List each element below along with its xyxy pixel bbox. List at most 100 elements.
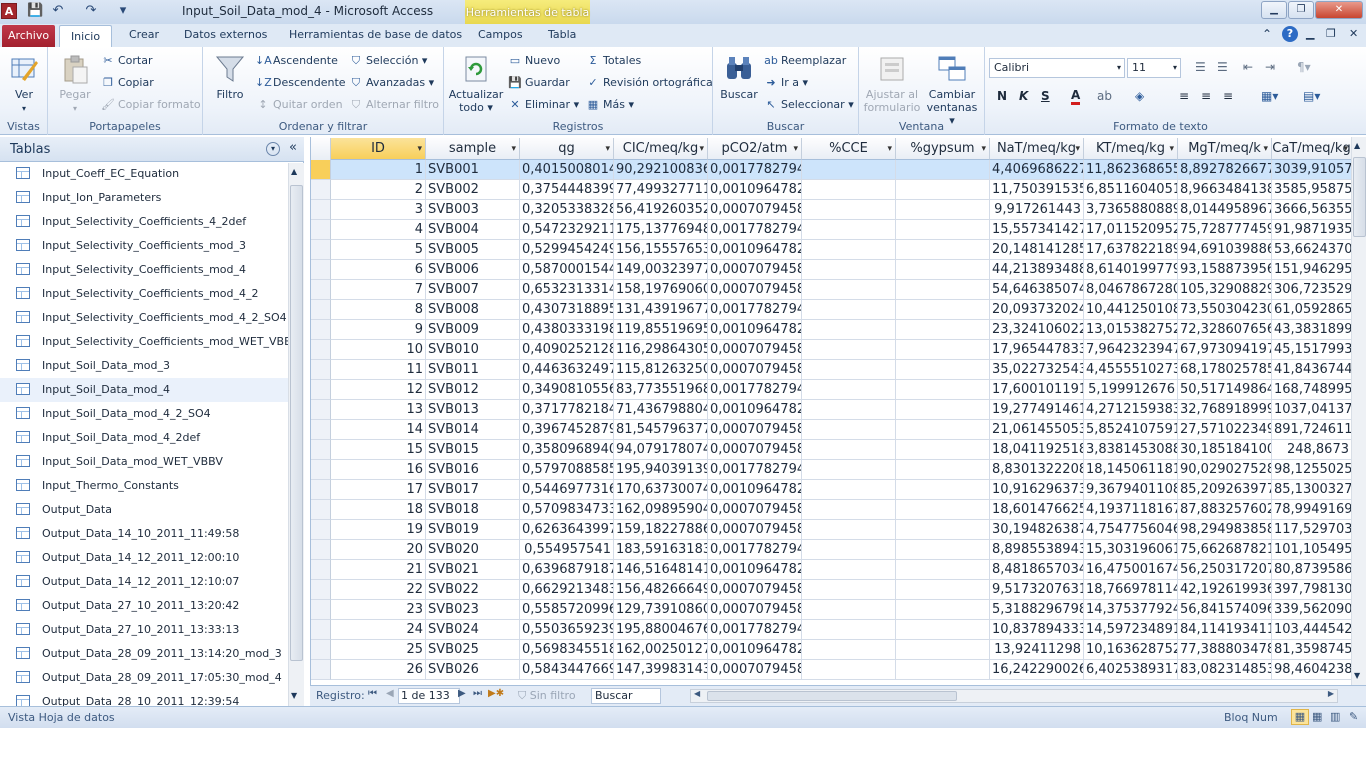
table-cell[interactable]: 4,4069686227 bbox=[990, 160, 1084, 180]
table-cell[interactable]: 10 bbox=[331, 340, 426, 360]
table-cell[interactable]: SVB012 bbox=[426, 380, 520, 400]
nav-table-item[interactable]: Input_Soil_Data_mod_4_2_SO4 bbox=[0, 402, 288, 426]
table-cell[interactable]: 19,277491461 bbox=[990, 400, 1084, 420]
save-icon[interactable]: 💾 bbox=[27, 3, 43, 19]
table-cell[interactable]: SVB017 bbox=[426, 480, 520, 500]
table-cell[interactable]: 8,0467867280 bbox=[1084, 280, 1178, 300]
table-cell[interactable]: SVB010 bbox=[426, 340, 520, 360]
table-cell[interactable] bbox=[802, 460, 896, 480]
table-cell[interactable]: 3666,56355 bbox=[1272, 200, 1352, 220]
search-box[interactable]: Buscar bbox=[591, 688, 661, 704]
table-cell[interactable]: SVB016 bbox=[426, 460, 520, 480]
table-cell[interactable]: 0,0007079458 bbox=[708, 200, 802, 220]
pivot-chart-view-icon[interactable]: ▥ bbox=[1330, 710, 1340, 723]
row-selector[interactable] bbox=[311, 560, 331, 580]
actualizar-button[interactable]: Actualizar todo ▾ bbox=[448, 53, 504, 114]
nav-table-item[interactable]: Output_Data_14_10_2011_11:49:58 bbox=[0, 522, 288, 546]
table-cell[interactable]: 6,4025389317 bbox=[1084, 660, 1178, 680]
nav-table-item[interactable]: Output_Data_14_12_2011_12:00:10 bbox=[0, 546, 288, 570]
table-cell[interactable]: 8,8927826677 bbox=[1178, 160, 1272, 180]
nav-table-item[interactable]: Input_Selectivity_Coefficients_mod_WET_V… bbox=[0, 330, 299, 354]
table-row[interactable]: 16 SVB016 0,5797088585 195,94039139 0,001778… bbox=[311, 460, 1352, 480]
tab-tabla[interactable]: Tabla bbox=[548, 28, 576, 41]
table-cell[interactable]: 22 bbox=[331, 580, 426, 600]
row-selector[interactable] bbox=[311, 480, 331, 500]
table-cell[interactable] bbox=[802, 160, 896, 180]
table-cell[interactable]: 0,0010964782 bbox=[708, 180, 802, 200]
table-cell[interactable] bbox=[802, 280, 896, 300]
table-cell[interactable]: 0,3967452879 bbox=[520, 420, 614, 440]
tab-campos[interactable]: Campos bbox=[478, 28, 523, 41]
table-cell[interactable]: 18,601476625 bbox=[990, 500, 1084, 520]
table-cell[interactable]: 81,3598745 bbox=[1272, 640, 1352, 660]
table-cell[interactable]: 85,1300327 bbox=[1272, 480, 1352, 500]
table-cell[interactable]: 42,192619936 bbox=[1178, 580, 1272, 600]
font-name-select[interactable]: Calibri ▾ bbox=[989, 58, 1125, 78]
nav-table-item[interactable]: Input_Thermo_Constants bbox=[0, 474, 288, 498]
table-cell[interactable]: SVB006 bbox=[426, 260, 520, 280]
row-selector[interactable] bbox=[311, 160, 331, 180]
table-cell[interactable]: 0,6396879187 bbox=[520, 560, 614, 580]
table-cell[interactable] bbox=[896, 560, 990, 580]
table-cell[interactable]: 0,5870001544 bbox=[520, 260, 614, 280]
table-cell[interactable]: 10,837894333 bbox=[990, 620, 1084, 640]
table-cell[interactable]: 78,9949169 bbox=[1272, 500, 1352, 520]
table-cell[interactable]: 18,145061181 bbox=[1084, 460, 1178, 480]
table-cell[interactable]: 16 bbox=[331, 460, 426, 480]
table-cell[interactable]: 17,600101191 bbox=[990, 380, 1084, 400]
table-cell[interactable]: 83,082314853 bbox=[1178, 660, 1272, 680]
table-cell[interactable]: 30,185184100 bbox=[1178, 440, 1272, 460]
quitar-orden-button[interactable]: ↕ Quitar orden bbox=[255, 98, 342, 112]
table-cell[interactable]: 73,550304230 bbox=[1178, 300, 1272, 320]
table-cell[interactable] bbox=[802, 420, 896, 440]
table-cell[interactable]: 53,6624370 bbox=[1272, 240, 1352, 260]
table-cell[interactable]: 17 bbox=[331, 480, 426, 500]
nav-table-item[interactable]: Input_Selectivity_Coefficients_mod_4_2 bbox=[0, 282, 288, 306]
table-row[interactable]: 25 SVB025 0,5698345518 162,00250127 0,001096… bbox=[311, 640, 1352, 660]
table-cell[interactable] bbox=[802, 660, 896, 680]
nav-table-item[interactable]: Input_Selectivity_Coefficients_mod_4 bbox=[0, 258, 288, 282]
table-cell[interactable]: 306,723529 bbox=[1272, 280, 1352, 300]
tab-herramientas-bd[interactable]: Herramientas de base de datos bbox=[289, 28, 462, 41]
reemplazar-button[interactable]: ab Reemplazar bbox=[763, 54, 846, 68]
copiar-button[interactable]: ❐ Copiar bbox=[100, 76, 154, 90]
table-cell[interactable]: 339,562090 bbox=[1272, 600, 1352, 620]
table-cell[interactable]: 84,114193411 bbox=[1178, 620, 1272, 640]
table-cell[interactable] bbox=[896, 540, 990, 560]
table-cell[interactable]: 0,0007079458 bbox=[708, 580, 802, 600]
table-row[interactable]: 14 SVB014 0,3967452879 81,545796377 0,000707… bbox=[311, 420, 1352, 440]
table-cell[interactable]: 6,8511604051 bbox=[1084, 180, 1178, 200]
table-cell[interactable] bbox=[802, 580, 896, 600]
table-row[interactable]: 20 SVB020 0,554957541 183,59163183 0,0017782… bbox=[311, 540, 1352, 560]
table-cell[interactable]: SVB022 bbox=[426, 580, 520, 600]
nav-table-item[interactable]: Input_Coeff_EC_Equation bbox=[0, 162, 288, 186]
descendente-button[interactable]: ↓ZDescendente bbox=[255, 76, 346, 90]
table-cell[interactable]: 91,9871935 bbox=[1272, 220, 1352, 240]
table-row[interactable]: 6 SVB006 0,5870001544 149,00323977 0,0007079… bbox=[311, 260, 1352, 280]
table-cell[interactable]: 0,6263643997 bbox=[520, 520, 614, 540]
table-cell[interactable]: 77,388803478 bbox=[1178, 640, 1272, 660]
table-row[interactable]: 11 SVB011 0,4463632497 115,81263250 0,000707… bbox=[311, 360, 1352, 380]
nuevo-button[interactable]: ▭ Nuevo bbox=[507, 54, 560, 68]
table-row[interactable]: 5 SVB005 0,5299454249 156,15557653 0,0010964… bbox=[311, 240, 1352, 260]
alternate-row-color-icon[interactable]: ▤▾ bbox=[1303, 89, 1320, 103]
table-cell[interactable] bbox=[896, 440, 990, 460]
table-cell[interactable]: SVB026 bbox=[426, 660, 520, 680]
row-selector[interactable] bbox=[311, 580, 331, 600]
table-cell[interactable]: 25 bbox=[331, 640, 426, 660]
table-cell[interactable]: 115,81263250 bbox=[614, 360, 708, 380]
table-cell[interactable]: 168,748995 bbox=[1272, 380, 1352, 400]
table-cell[interactable] bbox=[802, 640, 896, 660]
tab-inicio[interactable]: Inicio bbox=[59, 25, 112, 48]
table-cell[interactable]: 77,499327711 bbox=[614, 180, 708, 200]
table-cell[interactable]: SVB009 bbox=[426, 320, 520, 340]
table-cell[interactable] bbox=[802, 480, 896, 500]
table-cell[interactable]: 50,517149864 bbox=[1178, 380, 1272, 400]
nav-table-item[interactable]: Input_Soil_Data_mod_WET_VBBV bbox=[0, 450, 288, 474]
table-cell[interactable]: 1037,04137 bbox=[1272, 400, 1352, 420]
current-record-field[interactable]: 1 de 133 bbox=[398, 688, 460, 704]
column-header[interactable]: %gypsum bbox=[896, 138, 990, 160]
minimize-button[interactable]: ▁ bbox=[1261, 1, 1287, 19]
row-selector[interactable] bbox=[311, 660, 331, 680]
table-cell[interactable] bbox=[896, 340, 990, 360]
